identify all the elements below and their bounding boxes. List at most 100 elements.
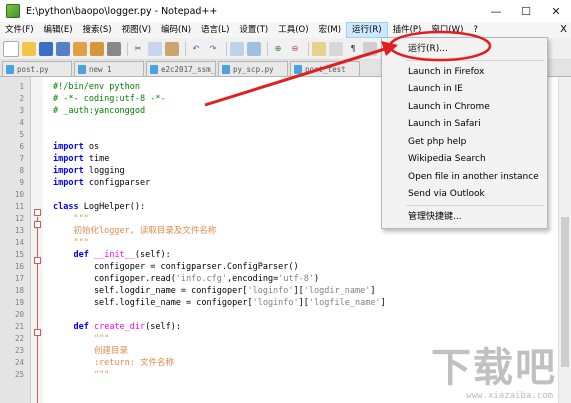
code-text: import os	[53, 141, 99, 153]
new-file-icon[interactable]	[3, 40, 19, 57]
scrollbar-thumb[interactable]	[561, 217, 569, 367]
copy-icon[interactable]	[148, 41, 162, 56]
tab-py-scp[interactable]: py_scp.py	[218, 61, 288, 76]
code-token: class	[53, 202, 79, 212]
menu-view[interactable]: 视图(V)	[117, 22, 156, 38]
tab-label: port_test	[305, 64, 346, 74]
zoom-in-icon[interactable]: ⊕	[271, 42, 285, 56]
code-text: :return: 文件名称	[53, 357, 174, 369]
run-menu-item-ie[interactable]: Launch in IE	[382, 81, 547, 97]
menu-window[interactable]: 窗口(W)	[426, 22, 468, 38]
line-number: 17	[14, 274, 24, 283]
toolbar-separator	[226, 41, 227, 56]
vertical-scrollbar[interactable]	[558, 77, 571, 403]
tab-ssm-conf[interactable]: e2c2017_ssm_conf	[146, 61, 216, 76]
close-all-icon[interactable]	[90, 41, 104, 56]
code-token: ,encoding=	[227, 274, 279, 284]
line-number: 14	[14, 238, 24, 247]
run-menu-item-outlook[interactable]: Send via Outlook	[382, 186, 547, 202]
code-line[interactable]: 16 configoper = configparser.ConfigParse…	[0, 261, 571, 273]
menu-plugins[interactable]: 插件(P)	[388, 22, 427, 38]
menu-file[interactable]: 文件(F)	[0, 22, 39, 38]
watermark-url: www.xiazaiba.com	[466, 391, 553, 401]
fold-toggle-icon[interactable]	[34, 221, 41, 228]
minimize-button[interactable]: —	[481, 0, 511, 22]
code-line[interactable]: 15 def __init__(self):	[0, 249, 571, 261]
run-menu-item-safari[interactable]: Launch in Safari	[382, 116, 547, 132]
code-line[interactable]: 21 def create_dir(self):	[0, 321, 571, 333]
zoom-out-icon[interactable]: ⊖	[288, 42, 302, 56]
word-wrap-icon[interactable]	[329, 41, 343, 56]
run-menu-item-another-instance[interactable]: Open file in another instance	[382, 169, 547, 185]
run-menu-item-shortcuts[interactable]: 管理快捷键...	[382, 209, 547, 225]
code-line[interactable]: 19 self.logfile_name = configoper['login…	[0, 297, 571, 309]
code-text: self.logfile_name = configoper['loginfo'…	[53, 297, 386, 309]
tab-new-1[interactable]: new 1	[74, 61, 144, 76]
tab-port-test[interactable]: port_test	[290, 61, 360, 76]
line-number: 20	[14, 310, 24, 319]
close-button[interactable]: ✕	[541, 0, 571, 22]
menu-search[interactable]: 搜索(S)	[78, 22, 117, 38]
run-menu-item-firefox[interactable]: Launch in Firefox	[382, 64, 547, 80]
code-token: 'logdir_name'	[303, 286, 371, 296]
code-token: ][	[298, 298, 309, 308]
line-number: 4	[19, 118, 24, 127]
fold-toggle-icon[interactable]	[34, 257, 41, 264]
save-all-icon[interactable]	[56, 41, 70, 56]
code-token: """	[53, 214, 89, 224]
code-token: __init__	[93, 250, 135, 260]
line-number: 25	[14, 370, 24, 379]
code-token: def	[73, 322, 89, 332]
code-token: 'logfile_name'	[308, 298, 381, 308]
notepadpp-icon	[6, 4, 20, 18]
redo-icon[interactable]: ↷	[206, 42, 220, 56]
menu-tools[interactable]: 工具(O)	[273, 22, 313, 38]
indent-guide-icon[interactable]	[363, 41, 377, 56]
close-file-icon[interactable]	[73, 41, 87, 56]
cut-icon[interactable]: ✂	[131, 42, 145, 56]
code-token: import	[53, 142, 84, 152]
menu-encoding[interactable]: 编码(N)	[156, 22, 196, 38]
code-text: 创建目录	[53, 345, 128, 357]
fold-toggle-icon[interactable]	[34, 209, 41, 216]
line-number: 9	[19, 178, 24, 187]
run-menu-item-chrome[interactable]: Launch in Chrome	[382, 99, 547, 115]
code-text: """	[53, 213, 89, 225]
open-file-icon[interactable]	[22, 41, 36, 56]
menu-run[interactable]: 运行(R)	[346, 22, 388, 38]
print-icon[interactable]	[107, 41, 121, 56]
fold-guide	[37, 217, 38, 403]
code-line[interactable]: 20	[0, 309, 571, 321]
tab-post-py[interactable]: post.py	[2, 61, 72, 76]
toolbar-separator	[127, 41, 128, 56]
code-token: import	[53, 166, 84, 176]
menu-settings[interactable]: 设置(T)	[234, 22, 273, 38]
toolbar-separator	[267, 41, 268, 56]
menu-macro[interactable]: 宏(M)	[314, 22, 346, 38]
run-menu-item-wikipedia[interactable]: Wikipedia Search	[382, 151, 547, 167]
replace-icon[interactable]	[247, 41, 261, 56]
menu-edit[interactable]: 编辑(E)	[39, 22, 78, 38]
menu-language[interactable]: 语言(L)	[196, 22, 234, 38]
code-line[interactable]: 17 configoper.read('info.cfg',encoding='…	[0, 273, 571, 285]
maximize-button[interactable]: ☐	[511, 0, 541, 22]
run-menu-item-run[interactable]: 运行(R)...	[382, 41, 547, 57]
code-line[interactable]: 14 """	[0, 237, 571, 249]
sync-scroll-icon[interactable]	[312, 41, 326, 56]
save-icon[interactable]	[39, 41, 53, 56]
run-menu-item-php-help[interactable]: Get php help	[382, 134, 547, 150]
show-all-chars-icon[interactable]: ¶	[346, 42, 360, 56]
code-text: import configparser	[53, 177, 150, 189]
find-icon[interactable]	[230, 41, 244, 56]
close-document-button[interactable]: X	[560, 22, 567, 38]
menu-help[interactable]: ?	[468, 22, 483, 38]
paste-icon[interactable]	[165, 41, 179, 56]
code-token: ]	[380, 298, 386, 308]
undo-icon[interactable]: ↶	[189, 42, 203, 56]
line-number: 18	[14, 286, 24, 295]
code-line[interactable]: 18 self.logdir_name = configoper['loginf…	[0, 285, 571, 297]
tab-label: new 1	[89, 64, 112, 74]
file-icon	[222, 64, 230, 74]
fold-toggle-icon[interactable]	[34, 329, 41, 336]
